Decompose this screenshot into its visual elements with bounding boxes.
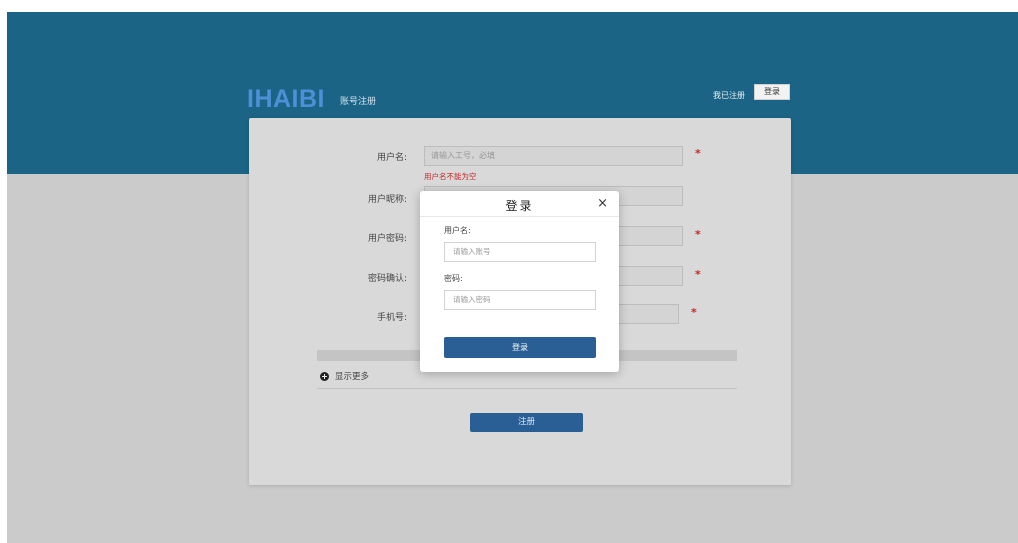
username-label: 用户名:: [376, 153, 407, 163]
divider: [317, 388, 737, 389]
password-confirm-required-mark: *: [695, 268, 701, 281]
modal-login-button[interactable]: 登录: [444, 337, 596, 358]
password-confirm-label: 密码确认:: [367, 274, 407, 284]
header-login-button[interactable]: 登录: [754, 84, 790, 100]
modal-username-input[interactable]: 请输入账号: [444, 242, 596, 262]
login-modal: 登录 × 用户名: 请输入账号 密码: 请输入密码 登录: [420, 191, 619, 372]
page-subtitle: 账号注册: [340, 97, 377, 107]
username-input[interactable]: 请输入工号，必填: [424, 146, 683, 166]
password-label: 用户密码:: [367, 234, 407, 244]
plus-circle-icon: +: [320, 371, 329, 381]
show-more-toggle[interactable]: + 显示更多: [320, 370, 369, 382]
login-modal-title: 登录: [505, 199, 534, 213]
modal-password-input[interactable]: 请输入密码: [444, 290, 596, 310]
close-icon[interactable]: ×: [597, 196, 608, 211]
username-required-mark: *: [695, 147, 701, 160]
nickname-label: 用户昵称:: [367, 195, 407, 205]
page: IHAIBI 账号注册 我已注册 登录 用户名: 请输入工号，必填 * 用户名不…: [7, 12, 1018, 543]
brand-logo: IHAIBI: [247, 85, 325, 113]
modal-header-divider: [420, 216, 619, 217]
show-more-label: 显示更多: [335, 372, 370, 382]
already-registered-text: 我已注册: [713, 91, 745, 100]
register-button[interactable]: 注册: [470, 413, 583, 432]
modal-password-label: 密码:: [444, 274, 463, 283]
phone-label: 手机号:: [376, 313, 407, 323]
modal-username-label: 用户名:: [444, 226, 471, 235]
username-error: 用户名不能为空: [424, 172, 477, 181]
phone-required-mark: *: [691, 306, 697, 319]
password-required-mark: *: [695, 228, 701, 241]
